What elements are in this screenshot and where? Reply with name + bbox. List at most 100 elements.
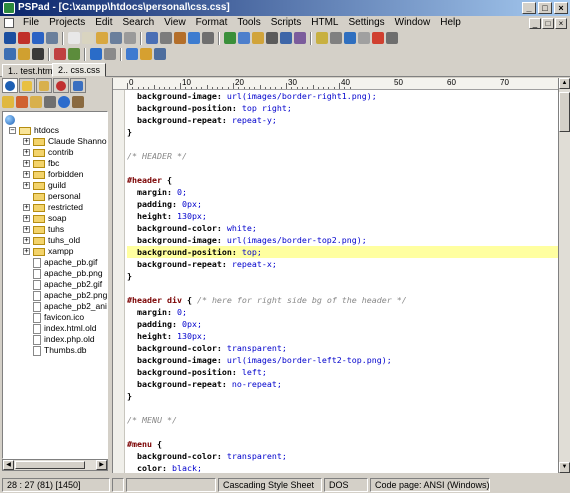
toolbar-button-icon[interactable] [160,32,172,44]
expand-icon[interactable]: + [23,248,30,255]
toolbar-button-icon[interactable] [372,32,384,44]
doc-restore-button[interactable]: □ [542,17,554,29]
toolbar-button-icon[interactable] [110,32,122,44]
tab-ftp[interactable] [70,78,86,93]
code-line[interactable]: } [127,390,559,402]
code-line[interactable]: background-position: top right; [127,102,559,114]
toolbar-button-icon[interactable] [344,32,356,44]
code-line[interactable]: height: 130px; [127,210,559,222]
toolbar-button-icon[interactable] [32,32,44,44]
menu-html[interactable]: HTML [306,16,343,30]
tree-folder[interactable]: + restricted [23,202,83,213]
tree-file[interactable]: Thumbs.db [23,345,87,356]
tree-file[interactable]: apache_pb.png [23,268,103,279]
toolbar-button-icon[interactable] [280,32,292,44]
menu-search[interactable]: Search [117,16,159,30]
toolbar-button-icon[interactable] [54,48,66,60]
code-line[interactable]: background-image: url(images/border-top2… [127,234,559,246]
tree-file[interactable]: index.php.old [23,334,95,345]
tree-folder[interactable]: + tuhs [23,224,64,235]
toolbar-button-icon[interactable] [140,48,152,60]
minimize-button[interactable]: _ [522,2,536,14]
toolbar-button-icon[interactable] [96,32,108,44]
code-line[interactable]: color: black; [127,462,559,473]
expand-icon[interactable]: + [23,226,30,233]
toolbar-button-icon[interactable] [126,48,138,60]
tree-horizontal-scrollbar[interactable]: ◀ ▶ [2,459,108,471]
code-line[interactable]: margin: 0; [127,186,559,198]
tab-projects[interactable] [19,78,35,93]
menu-scripts[interactable]: Scripts [266,16,307,30]
toolbar-button-icon[interactable] [238,32,250,44]
code-line[interactable]: /* HEADER */ [127,150,559,162]
tools-icon[interactable] [72,96,84,108]
syntax-mode[interactable]: Cascading Style Sheet [218,478,322,492]
new-folder-icon[interactable] [2,96,14,108]
tab-favorites[interactable] [53,78,69,93]
code-line[interactable]: margin: 0; [127,306,559,318]
code-line[interactable]: background-color: white; [127,222,559,234]
toolbar-button-icon[interactable] [202,32,214,44]
tree-file[interactable]: apache_pb.gif [23,257,97,268]
code-line[interactable] [127,162,559,174]
expand-icon[interactable]: + [23,204,30,211]
info-icon[interactable] [58,96,70,108]
toolbar-button-icon[interactable] [266,32,278,44]
toolbar-button-icon[interactable] [386,32,398,44]
tab-css-css[interactable]: 2.. css.css [52,63,107,77]
scroll-thumb[interactable] [15,461,85,469]
toolbar-button-icon[interactable] [32,48,44,60]
open-icon[interactable] [30,96,42,108]
code-line[interactable]: background-repeat: repeat-x; [127,258,559,270]
refresh-icon[interactable] [16,96,28,108]
collapse-icon[interactable]: − [9,127,16,134]
code-line[interactable] [127,138,559,150]
tree-folder[interactable]: + soap [23,213,66,224]
tree-file[interactable]: apache_pb2_ani.g [23,301,107,312]
toolbar-button-icon[interactable] [68,32,80,44]
menu-projects[interactable]: Projects [44,16,90,30]
expand-icon[interactable]: + [23,160,30,167]
code-line[interactable]: } [127,126,559,138]
expand-icon[interactable]: + [23,149,30,156]
expand-icon[interactable]: + [23,171,30,178]
toolbar-button-icon[interactable] [68,48,80,60]
tree-folder[interactable]: + xampp [23,246,74,257]
menu-help[interactable]: Help [435,16,466,30]
tree-file[interactable]: apache_pb2.png [23,290,107,301]
code-line[interactable]: height: 130px; [127,330,559,342]
toolbar-button-icon[interactable] [294,32,306,44]
current-line[interactable]: background-position: top; [127,246,559,258]
code-line[interactable]: padding: 0px; [127,198,559,210]
toolbar-button-icon[interactable] [18,32,30,44]
toolbar-button-icon[interactable] [18,48,30,60]
code-line[interactable]: #header { [127,174,559,186]
toolbar-button-icon[interactable] [188,32,200,44]
tab-open-files[interactable] [36,78,52,93]
toolbar-button-icon[interactable] [82,32,94,44]
tab-file-explorer[interactable] [2,78,18,93]
code-line[interactable]: background-position: left; [127,366,559,378]
expand-icon[interactable]: + [23,182,30,189]
tree-folder[interactable]: + guild [23,180,66,191]
scroll-left-icon[interactable]: ◀ [3,460,14,470]
code-line[interactable]: background-color: transparent; [127,450,559,462]
code-area[interactable]: background-image: url(images/border-righ… [127,90,559,473]
tree-file[interactable]: index.html.old [23,323,96,334]
expand-icon[interactable]: + [23,215,30,222]
menu-file[interactable]: File [18,16,44,30]
code-line[interactable] [127,282,559,294]
menu-view[interactable]: View [159,16,191,30]
code-line[interactable]: background-image: url(images/border-righ… [127,90,559,102]
doc-close-button[interactable]: × [555,17,567,29]
tree-root-computer[interactable] [5,114,18,125]
scroll-down-icon[interactable]: ▼ [559,462,570,473]
toolbar-button-icon[interactable] [358,32,370,44]
code-page[interactable]: Code page: ANSI (Windows) [370,478,490,492]
code-line[interactable]: background-image: url(images/border-left… [127,354,559,366]
tree-file[interactable]: apache_pb2.gif [23,279,102,290]
toolbar-button-icon[interactable] [174,32,186,44]
code-line[interactable] [127,402,559,414]
menu-tools[interactable]: Tools [232,16,265,30]
scroll-thumb[interactable] [559,92,570,132]
